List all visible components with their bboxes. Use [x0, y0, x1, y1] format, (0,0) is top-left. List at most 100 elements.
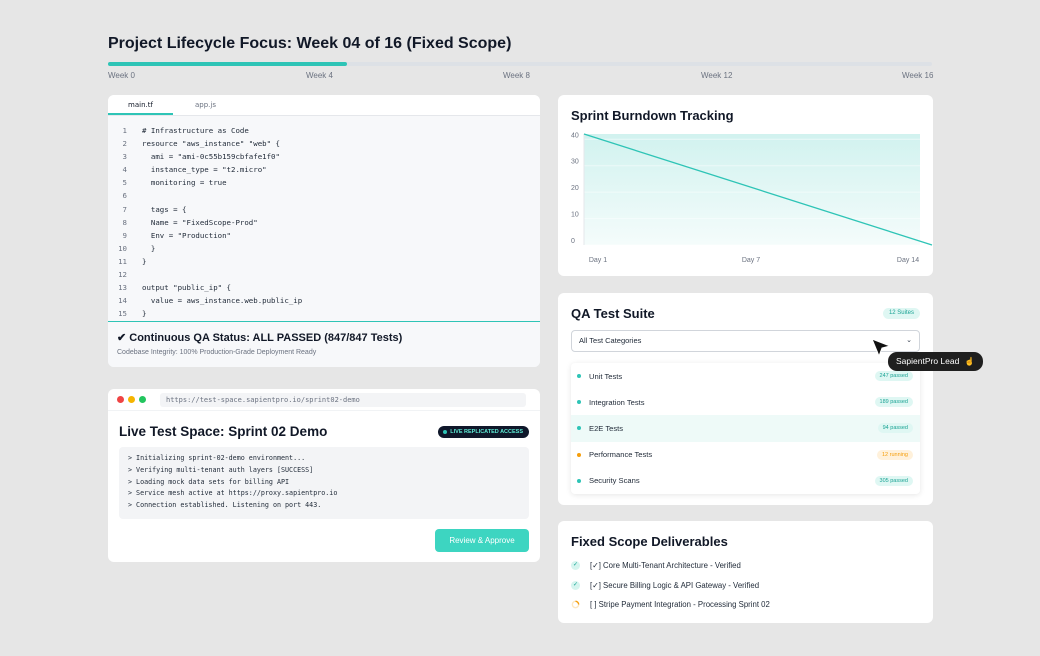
deliverables-title: Fixed Scope Deliverables [571, 534, 728, 549]
tab-app-js[interactable]: app.js [173, 95, 238, 115]
test-space-title: Live Test Space: Sprint 02 Demo [119, 424, 328, 439]
code-editor-card: main.tf app.js 1 # Infrastructure as Code… [108, 95, 540, 367]
line-number: 3 [122, 152, 127, 162]
code-text: } [142, 256, 147, 266]
line-number: 4 [122, 165, 127, 175]
x-tick-label: Day 1 [589, 257, 607, 264]
terminal-line: > Service mesh active at https://proxy.s… [128, 489, 338, 498]
timeline-progress-fill [108, 62, 347, 66]
line-number: 14 [118, 296, 127, 306]
line-number: 2 [122, 139, 127, 149]
page-title: Project Lifecycle Focus: Week 04 of 16 (… [108, 35, 512, 52]
live-badge-label: LIVE REPLICATED ACCESS [450, 429, 523, 435]
code-text: monitoring = true [142, 178, 227, 188]
code-text: resource "aws_instance" "web" { [142, 139, 280, 149]
line-number: 15 [118, 309, 127, 319]
code-line: 1 # Infrastructure as Code [108, 124, 540, 137]
url-bar[interactable]: https://test-space.sapientpro.io/sprint0… [160, 392, 526, 407]
hand-icon: ☝ [964, 357, 975, 366]
chevron-down-icon: ⌄ [906, 337, 912, 344]
code-block: 1 # Infrastructure as Code 2 resource "aws_… [108, 124, 540, 320]
code-line: 6 [108, 189, 540, 202]
qa-status-title: ✔ Continuous QA Status: ALL PASSED (847/… [117, 332, 403, 344]
editor-tabs: main.tf app.js [108, 95, 540, 116]
check-icon: ✓ [571, 580, 580, 590]
code-text: # Infrastructure as Code [142, 126, 249, 135]
user-tooltip: SapientPro Lead ☝ [888, 352, 983, 371]
y-tick-label: 20 [571, 185, 579, 192]
test-status-badge: 12 running [877, 449, 913, 460]
code-text: } [142, 243, 156, 253]
line-number: 5 [122, 178, 127, 188]
y-tick-label: 0 [571, 238, 575, 245]
tab-main-tf[interactable]: main.tf [108, 95, 173, 115]
week-label: Week 12 [701, 71, 733, 80]
live-dot-icon [443, 429, 448, 434]
loading-spinner-icon [571, 600, 580, 609]
check-icon: ✓ [571, 561, 580, 570]
deliverable-label: [✓] Secure Billing Logic & API Gateway -… [590, 580, 760, 590]
x-tick-label: Day 7 [742, 257, 760, 264]
week-label: Week 0 [108, 71, 135, 80]
code-text: Name = "FixedScope-Prod" [142, 217, 258, 227]
window-close-dot[interactable] [117, 396, 124, 403]
week-label: Week 16 [902, 71, 934, 80]
test-category-item[interactable]: Performance Tests 12 running [571, 442, 920, 468]
code-line: 10 } [108, 242, 540, 255]
code-line: 4 instance_type = "t2.micro" [108, 163, 540, 176]
y-tick-label: 30 [571, 159, 579, 166]
deliverable-item: ✓ [✓] Core Multi-Tenant Architecture - Ve… [571, 561, 741, 570]
code-text: tags = { [142, 204, 187, 214]
test-status-badge: 247 passed [874, 371, 913, 382]
line-number: 11 [118, 256, 127, 266]
code-line: 7 tags = { [108, 203, 540, 216]
test-category-label: E2E Tests [589, 423, 624, 433]
deliverables-card: Fixed Scope Deliverables ✓ [✓] Core Multi… [558, 521, 933, 623]
live-access-badge: LIVE REPLICATED ACCESS [438, 426, 529, 438]
line-number: 7 [122, 204, 127, 214]
line-number: 13 [118, 283, 127, 293]
code-line: 2 resource "aws_instance" "web" { [108, 137, 540, 150]
deliverable-item: [ ] Stripe Payment Integration - Process… [571, 600, 770, 609]
line-number: 6 [122, 191, 127, 201]
line-number: 12 [118, 270, 127, 280]
test-category-item[interactable]: Security Scans 305 passed [571, 468, 920, 494]
test-category-label: Performance Tests [589, 450, 653, 460]
test-category-item[interactable]: E2E Tests 94 passed [571, 415, 920, 442]
deliverable-label: [✓] Core Multi-Tenant Architecture - Ver… [590, 561, 741, 570]
code-line: 15} [108, 307, 540, 320]
terminal-output: > Initializing sprint-02-demo environmen… [119, 447, 529, 519]
line-number: 8 [122, 217, 127, 227]
code-text: output "public_ip" { [142, 283, 231, 293]
suites-count-badge: 12 Suites [882, 308, 920, 319]
terminal-line: > Initializing sprint-02-demo environmen… [128, 454, 306, 462]
review-approve-button[interactable]: Review & Approve [435, 529, 529, 552]
code-text: Env = "Production" [142, 230, 231, 240]
x-tick-label: Day 14 [897, 257, 919, 264]
terminal-line: > Loading mock data sets for billing API [128, 477, 290, 486]
timeline-progress-bar [108, 62, 932, 66]
y-tick-label: 40 [571, 132, 579, 139]
deliverable-label: [ ] Stripe Payment Integration - Process… [590, 600, 770, 609]
code-line: 12 [108, 268, 540, 281]
code-text: ami = "ami-0c55b159cbfafe1f0" [142, 152, 280, 162]
code-text: value = aws_instance.web.public_ip [142, 296, 303, 306]
code-line: 13 output "public_ip" { [108, 281, 540, 294]
window-maximize-dot[interactable] [139, 396, 146, 403]
status-dot-icon [577, 478, 581, 483]
status-dot-icon [577, 400, 581, 405]
test-category-item[interactable]: Integration Tests 189 passed [571, 389, 920, 415]
terminal-line: > Verifying multi-tenant auth layers [SU… [128, 465, 314, 474]
code-text: } [142, 309, 147, 319]
test-status-badge: 305 passed [874, 475, 913, 486]
line-number: 10 [118, 243, 127, 253]
code-text: instance_type = "t2.micro" [142, 165, 267, 175]
qa-suite-title: QA Test Suite [571, 306, 655, 321]
test-space-card: https://test-space.sapientpro.io/sprint0… [108, 389, 540, 562]
window-minimize-dot[interactable] [128, 396, 135, 403]
select-value: All Test Categories [579, 336, 642, 345]
test-category-item[interactable]: Unit Tests 247 passed [571, 363, 920, 389]
week-label: Week 4 [306, 71, 333, 80]
status-dot-icon [577, 426, 581, 431]
test-category-select[interactable]: All Test Categories ⌄ [571, 330, 920, 352]
